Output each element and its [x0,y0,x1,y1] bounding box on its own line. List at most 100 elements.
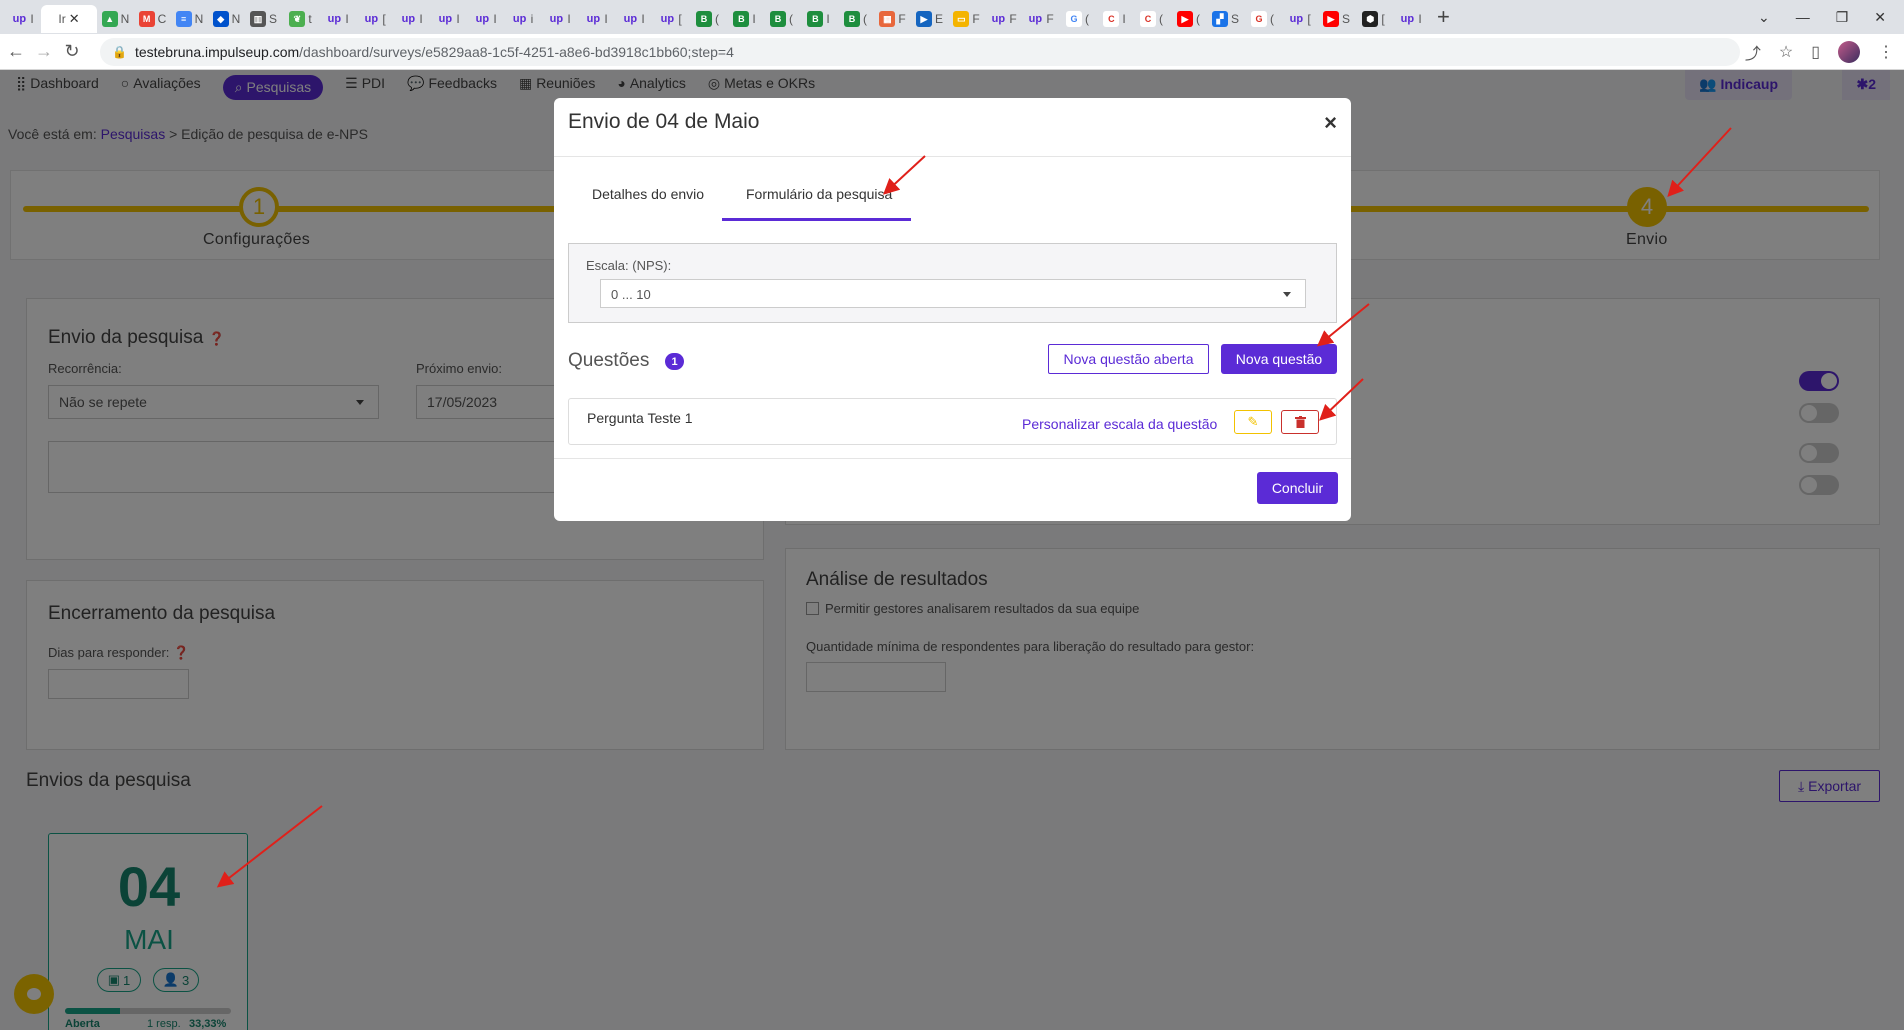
close-tab-icon[interactable]: ✕ [69,11,80,27]
minimize-icon[interactable]: — [1796,9,1810,25]
browser-tab[interactable]: up I [1392,5,1429,33]
up-favicon-icon: up [549,13,564,25]
new-tab-icon[interactable]: + [1437,4,1450,30]
conclude-button[interactable]: Concluir [1257,472,1338,504]
browser-tab[interactable]: ▲ N [97,5,134,33]
browser-tab[interactable]: ▥ S [245,5,282,33]
address-bar: ← → ↻ 🔒 testebruna.impulseup.com/dashboa… [0,34,1904,70]
delete-question-button[interactable] [1281,410,1319,434]
up-favicon-icon: up [364,13,379,25]
edit-question-button[interactable]: ✎ [1234,410,1272,434]
browser-tab[interactable]: G( [1059,5,1096,33]
browser-tab[interactable]: ▭ F [948,5,985,33]
side-panel-icon[interactable]: ▯ [1811,42,1820,62]
browser-tab-list: ▲ N M C ≡ N ◆ N ▥ S ❦ t up Iup[up Iup Iup Iup i up Iup Iup Iu… [97,1,1429,33]
forward-icon[interactable]: → [30,41,58,62]
browser-tab[interactable]: G( [1244,5,1281,33]
envio-modal: Envio de 04 de Maio × Detalhes do envio … [554,98,1351,521]
browser-tab[interactable]: B( [763,5,800,33]
browser-tab[interactable]: up i [504,5,541,33]
browser-tab[interactable]: up I [4,5,41,33]
scale-label: Escala: (NPS): [586,258,672,273]
B-favicon-icon: B [696,11,712,27]
browser-tab[interactable]: ▦ F [874,5,911,33]
up-favicon-icon: up [401,13,416,25]
bookmark-star-icon[interactable]: ☆ [1779,42,1793,62]
menu-dots-icon[interactable]: ⋮ [1878,42,1894,62]
up-favicon-icon: up [327,13,342,25]
browser-tab[interactable]: up I [319,5,356,33]
restore-icon[interactable]: ❐ [1836,9,1849,26]
browser-tab[interactable]: MC [134,5,171,33]
lock-icon: 🔒 [112,45,127,59]
yt-favicon-icon: ▶ [1177,11,1193,27]
questions-title: Questões [568,350,650,371]
close-window-icon[interactable]: ✕ [1874,9,1886,26]
browser-tab[interactable]: B( [689,5,726,33]
up-favicon-icon: up [475,13,490,25]
browser-tab[interactable]: up[ [652,5,689,33]
divider [554,156,1351,157]
browser-tab[interactable]: CI [1096,5,1133,33]
browser-tab[interactable]: C( [1133,5,1170,33]
B-favicon-icon: B [844,11,860,27]
profile-avatar[interactable] [1838,41,1860,63]
customize-scale-link[interactable]: Personalizar escala da questão [1022,416,1217,432]
browser-tab[interactable]: BI [800,5,837,33]
browser-tab[interactable]: up F [1022,5,1059,33]
B-favicon-icon: B [807,11,824,27]
up-favicon-icon: up [1028,13,1043,25]
leaf-favicon-icon: ❦ [289,11,306,27]
tab-detalhes-envio[interactable]: Detalhes do envio [592,186,704,202]
browser-tab[interactable]: up I [541,5,578,33]
jira-favicon-icon: ◆ [212,11,229,27]
url-input[interactable]: 🔒 testebruna.impulseup.com/dashboard/sur… [100,38,1740,66]
tab-formulario-pesquisa[interactable]: Formulário da pesquisa [746,186,892,202]
active-tab-indicator [722,218,911,221]
browser-tab[interactable]: up I [615,5,652,33]
question-row: Pergunta Teste 1 Personalizar escala da … [568,398,1337,445]
B-favicon-icon: B [770,11,786,27]
browser-tab[interactable]: BI [726,5,763,33]
browser-tab[interactable]: up I [467,5,504,33]
browser-tab[interactable]: ▶ S [1318,5,1355,33]
browser-tab[interactable]: ▶( [1170,5,1207,33]
browser-tab[interactable]: ▶ E [911,5,948,33]
browser-tab[interactable]: ≡ N [171,5,208,33]
browser-tab[interactable]: B( [837,5,874,33]
store-favicon-icon: ▦ [879,11,896,27]
browser-tab[interactable]: up[ [356,5,393,33]
browser-tab[interactable]: up I [430,5,467,33]
browser-tab[interactable]: up F [985,5,1022,33]
scale-select[interactable]: 0 ... 10 [600,279,1306,308]
tab-search-icon[interactable]: ⌄ [1758,9,1770,26]
chevron-down-icon [1283,292,1291,297]
url-host: testebruna.impulseup.com [134,44,300,60]
up-favicon-icon: up [623,13,638,25]
url-path: /dashboard/surveys/e5829aa8-1c5f-4251-a8… [299,44,734,60]
browser-tab[interactable]: ▞ S [1207,5,1244,33]
drive-favicon-icon: ▲ [101,11,118,27]
up-favicon-icon: up [1289,13,1304,25]
hex-favicon-icon: ⬢ [1362,11,1379,27]
browser-tab[interactable]: up[ [1281,5,1318,33]
up-favicon-icon: up [586,13,601,25]
pencil-icon: ✎ [1247,414,1259,429]
reload-icon[interactable]: ↻ [58,41,86,62]
new-open-question-button[interactable]: Nova questão aberta [1048,344,1209,374]
browser-tab[interactable]: up I [393,5,430,33]
browser-tab-active[interactable]: Ir ✕ [41,5,97,33]
C-favicon-icon: C [1103,11,1120,27]
share-icon[interactable]: ⤴ [1745,40,1761,64]
divider [554,458,1351,459]
B-favicon-icon: B [733,11,750,27]
chart-favicon-icon: ▥ [249,11,266,27]
docs-favicon-icon: ≡ [175,11,192,27]
browser-tab[interactable]: ❦ t [282,5,319,33]
new-question-button[interactable]: Nova questão [1221,344,1337,374]
back-icon[interactable]: ← [2,41,30,62]
browser-tab[interactable]: ◆ N [208,5,245,33]
browser-tab[interactable]: up I [578,5,615,33]
browser-tab[interactable]: ⬢[ [1355,5,1392,33]
close-icon[interactable]: × [1324,110,1337,136]
